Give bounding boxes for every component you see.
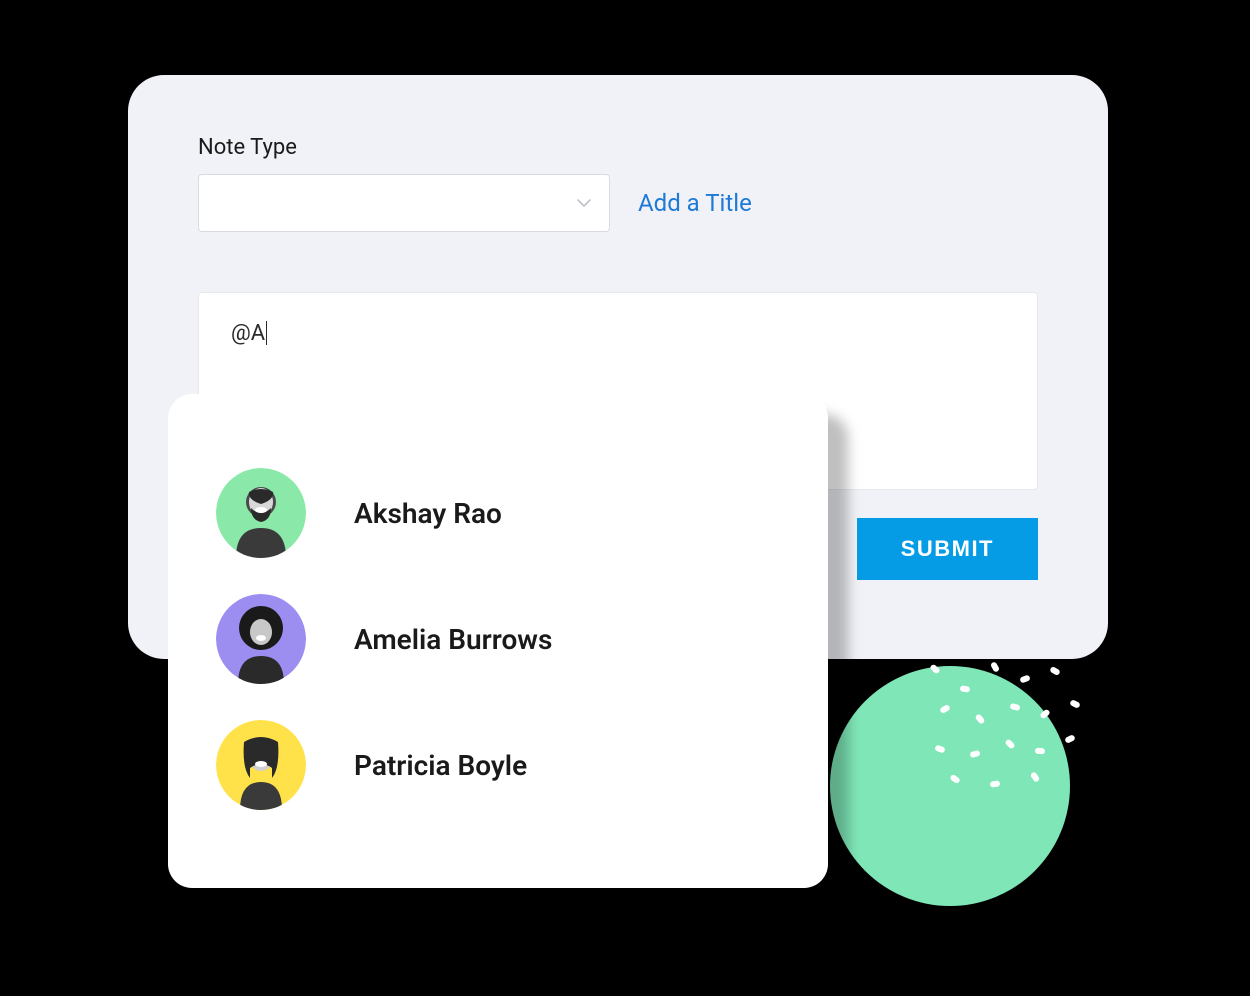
note-type-row: Add a Title: [198, 174, 1038, 232]
chevron-down-icon: [577, 196, 591, 210]
mention-item[interactable]: Akshay Rao: [216, 450, 780, 576]
decorative-dots: [920, 656, 1100, 796]
note-type-select[interactable]: [198, 174, 610, 232]
add-title-link[interactable]: Add a Title: [638, 189, 752, 217]
mention-item[interactable]: Patricia Boyle: [216, 702, 780, 828]
avatar: [216, 720, 306, 810]
note-type-label: Note Type: [198, 135, 1038, 160]
mention-popup: Akshay Rao Amelia Burrows Patricia Boyle: [168, 394, 828, 888]
mention-name: Akshay Rao: [354, 497, 502, 530]
avatar: [216, 594, 306, 684]
mention-item[interactable]: Amelia Burrows: [216, 576, 780, 702]
text-cursor: [266, 321, 267, 345]
submit-button[interactable]: SUBMIT: [857, 518, 1038, 580]
mention-name: Amelia Burrows: [354, 623, 552, 656]
editor-text: @A: [231, 321, 265, 346]
avatar: [216, 468, 306, 558]
mention-name: Patricia Boyle: [354, 749, 527, 782]
